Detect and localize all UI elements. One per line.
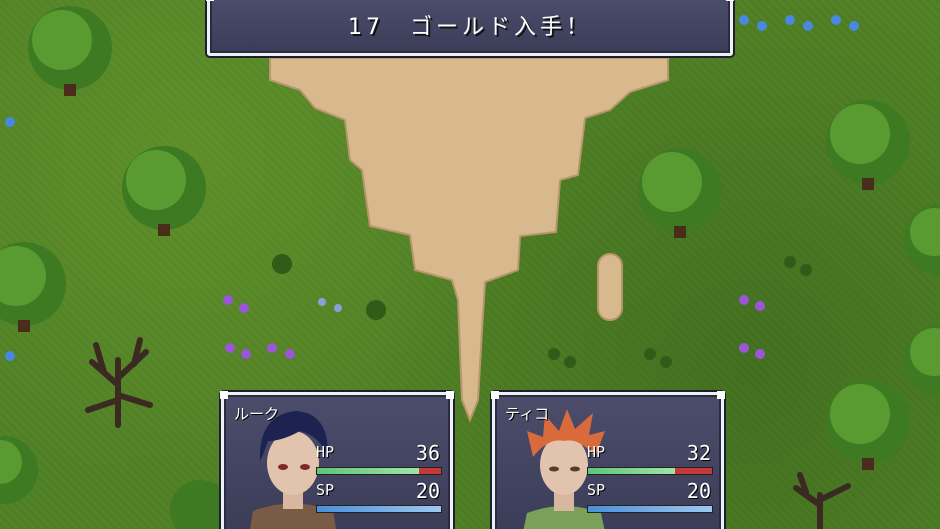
hp-bar	[316, 467, 442, 475]
sp-bar	[316, 505, 442, 513]
tree	[904, 204, 940, 276]
message-window: 17 ゴールド入手！	[206, 0, 734, 56]
dirt-path	[269, 57, 669, 423]
tree	[122, 146, 206, 236]
dead-tree	[793, 472, 851, 529]
overworld-map	[0, 6, 940, 529]
character-name: ティコ	[505, 405, 550, 423]
character-name: ルーク	[234, 405, 280, 423]
sp-value: 20	[686, 479, 711, 503]
tree	[0, 436, 38, 504]
party-status-luke: ルーク HP 36 SP 20	[220, 391, 454, 529]
sp-label: SP	[316, 481, 335, 499]
hp-bar	[587, 467, 713, 475]
hp-value: 36	[415, 441, 440, 465]
gold-obtained-message: 17 ゴールド入手！	[348, 15, 592, 40]
sp-value: 20	[415, 479, 440, 503]
hp-value: 32	[686, 441, 711, 465]
dead-tree	[85, 337, 153, 428]
tree	[826, 100, 910, 190]
hp-label: HP	[587, 443, 606, 461]
party-status-tiko: ティコ HP 32 SP 20	[491, 391, 725, 529]
sp-bar	[587, 505, 713, 513]
flowers-purple	[223, 295, 765, 359]
grass-tufts	[272, 254, 812, 368]
game-screen: 17 ゴールド入手！ ルーク HP 36 SP 20 ティコ HP 32 SP …	[0, 0, 940, 529]
tree	[826, 380, 910, 470]
tree	[638, 148, 722, 238]
hp-label: HP	[316, 443, 335, 461]
dirt-patch	[597, 253, 623, 321]
tree	[904, 324, 940, 396]
tree	[28, 6, 112, 96]
sp-label: SP	[587, 481, 606, 499]
tree	[0, 242, 66, 332]
